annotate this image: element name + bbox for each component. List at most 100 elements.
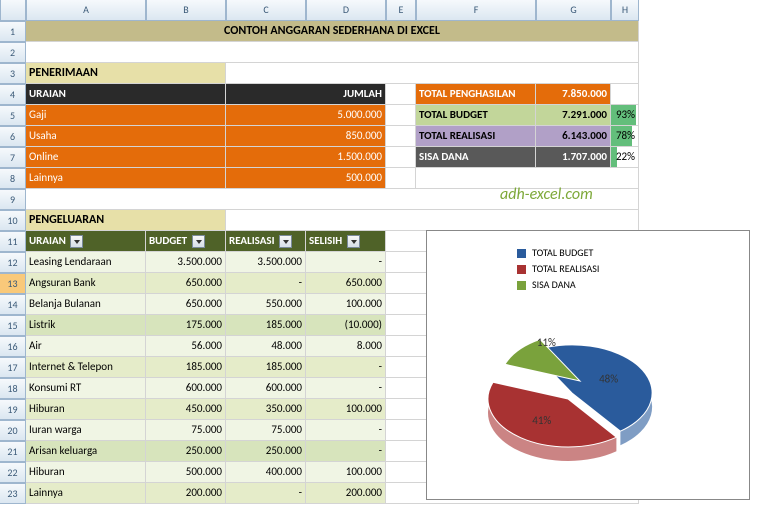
pengeluaran-selisih[interactable]: 100.000 — [306, 399, 386, 420]
pengeluaran-budget[interactable]: 600.000 — [146, 378, 226, 399]
pengeluaran-realisasi[interactable]: 3.500.000 — [226, 252, 306, 273]
pengeluaran-selisih[interactable]: - — [306, 357, 386, 378]
column-header[interactable]: G — [536, 0, 611, 21]
pengeluaran-selisih[interactable]: 100.000 — [306, 294, 386, 315]
pengeluaran-budget[interactable]: 3.500.000 — [146, 252, 226, 273]
row-header[interactable]: 7 — [0, 147, 26, 168]
pengeluaran-realisasi[interactable]: 600.000 — [226, 378, 306, 399]
pengeluaran-uraian[interactable]: Konsumi RT — [26, 378, 146, 399]
penerimaan-uraian[interactable]: Lainnya — [26, 168, 226, 189]
pie-chart[interactable]: TOTAL BUDGETTOTAL REALISASISISA DANA 48%… — [426, 230, 750, 500]
row-header[interactable]: 8 — [0, 168, 26, 189]
pengeluaran-budget[interactable]: 175.000 — [146, 315, 226, 336]
row-header[interactable]: 13 — [0, 273, 26, 294]
row-header[interactable]: 11 — [0, 231, 26, 252]
row-header[interactable]: 15 — [0, 315, 26, 336]
empty[interactable] — [26, 42, 639, 63]
pengeluaran-realisasi[interactable]: 185.000 — [226, 357, 306, 378]
pengeluaran-selisih[interactable]: - — [306, 420, 386, 441]
empty[interactable] — [386, 84, 416, 105]
column-header[interactable]: F — [416, 0, 536, 21]
row-header[interactable]: 9 — [0, 189, 26, 210]
column-header[interactable]: A — [26, 0, 146, 21]
row-header[interactable]: 22 — [0, 462, 26, 483]
filter-dropdown-icon[interactable] — [279, 235, 292, 248]
pengeluaran-selisih[interactable]: 200.000 — [306, 483, 386, 504]
row-header[interactable]: 12 — [0, 252, 26, 273]
pengeluaran-realisasi[interactable]: 350.000 — [226, 399, 306, 420]
pengeluaran-realisasi[interactable]: 400.000 — [226, 462, 306, 483]
pengeluaran-uraian[interactable]: Arisan keluarga — [26, 441, 146, 462]
empty[interactable] — [611, 84, 639, 105]
pengeluaran-selisih[interactable]: 100.000 — [306, 462, 386, 483]
row-header[interactable]: 16 — [0, 336, 26, 357]
filter-dropdown-icon[interactable] — [70, 235, 83, 248]
row-header[interactable]: 2 — [0, 42, 26, 63]
pengeluaran-uraian[interactable]: Internet & Telepon — [26, 357, 146, 378]
filter-dropdown-icon[interactable] — [347, 235, 360, 248]
pengeluaran-realisasi[interactable]: - — [226, 273, 306, 294]
pengeluaran-realisasi[interactable]: 550.000 — [226, 294, 306, 315]
row-header[interactable]: 1 — [0, 21, 26, 42]
pengeluaran-uraian[interactable]: Hiburan — [26, 462, 146, 483]
empty[interactable] — [226, 63, 639, 84]
column-header[interactable]: C — [226, 0, 306, 21]
row-header[interactable]: 4 — [0, 84, 26, 105]
empty[interactable] — [386, 126, 416, 147]
pengeluaran-budget[interactable]: 75.000 — [146, 420, 226, 441]
pengeluaran-budget[interactable]: 56.000 — [146, 336, 226, 357]
row-header[interactable]: 21 — [0, 441, 26, 462]
pengeluaran-uraian[interactable]: Air — [26, 336, 146, 357]
row-header[interactable]: 6 — [0, 126, 26, 147]
column-header[interactable]: D — [306, 0, 386, 21]
penerimaan-jumlah[interactable]: 1.500.000 — [226, 147, 386, 168]
penerimaan-uraian[interactable]: Online — [26, 147, 226, 168]
pengeluaran-uraian[interactable]: Hiburan — [26, 399, 146, 420]
column-header[interactable]: H — [611, 0, 639, 21]
penerimaan-uraian[interactable]: Usaha — [26, 126, 226, 147]
row-header[interactable]: 10 — [0, 210, 26, 231]
row-header[interactable]: 14 — [0, 294, 26, 315]
pengeluaran-budget[interactable]: 500.000 — [146, 462, 226, 483]
empty[interactable] — [416, 168, 639, 189]
pengeluaran-realisasi[interactable]: 185.000 — [226, 315, 306, 336]
penerimaan-jumlah[interactable]: 5.000.000 — [226, 105, 386, 126]
pengeluaran-selisih[interactable]: 650.000 — [306, 273, 386, 294]
pengeluaran-budget[interactable]: 250.000 — [146, 441, 226, 462]
row-header[interactable]: 3 — [0, 63, 26, 84]
pengeluaran-uraian[interactable]: Lainnya — [26, 483, 146, 504]
row-header[interactable]: 23 — [0, 483, 26, 504]
pengeluaran-realisasi[interactable]: 75.000 — [226, 420, 306, 441]
penerimaan-jumlah[interactable]: 500.000 — [226, 168, 386, 189]
column-header[interactable] — [0, 0, 26, 21]
penerimaan-jumlah[interactable]: 850.000 — [226, 126, 386, 147]
pengeluaran-budget[interactable]: 450.000 — [146, 399, 226, 420]
pengeluaran-selisih[interactable]: 8.000 — [306, 336, 386, 357]
pengeluaran-budget[interactable]: 650.000 — [146, 294, 226, 315]
pengeluaran-uraian[interactable]: Listrik — [26, 315, 146, 336]
row-header[interactable]: 17 — [0, 357, 26, 378]
pengeluaran-realisasi[interactable]: 48.000 — [226, 336, 306, 357]
empty[interactable] — [386, 168, 416, 189]
empty[interactable] — [386, 147, 416, 168]
pengeluaran-realisasi[interactable]: 250.000 — [226, 441, 306, 462]
pengeluaran-budget[interactable]: 650.000 — [146, 273, 226, 294]
pengeluaran-budget[interactable]: 200.000 — [146, 483, 226, 504]
empty[interactable] — [226, 210, 639, 231]
row-header[interactable]: 19 — [0, 399, 26, 420]
row-header[interactable]: 18 — [0, 378, 26, 399]
row-header[interactable]: 20 — [0, 420, 26, 441]
pengeluaran-selisih[interactable]: - — [306, 441, 386, 462]
pengeluaran-uraian[interactable]: Leasing Lendaraan — [26, 252, 146, 273]
penerimaan-uraian[interactable]: Gaji — [26, 105, 226, 126]
empty[interactable] — [386, 105, 416, 126]
column-header[interactable]: B — [146, 0, 226, 21]
filter-dropdown-icon[interactable] — [192, 235, 205, 248]
empty[interactable] — [26, 189, 639, 210]
pengeluaran-selisih[interactable]: (10.000) — [306, 315, 386, 336]
pengeluaran-selisih[interactable]: - — [306, 252, 386, 273]
row-header[interactable]: 5 — [0, 105, 26, 126]
pengeluaran-selisih[interactable]: - — [306, 378, 386, 399]
pengeluaran-uraian[interactable]: Iuran warga — [26, 420, 146, 441]
pengeluaran-budget[interactable]: 185.000 — [146, 357, 226, 378]
